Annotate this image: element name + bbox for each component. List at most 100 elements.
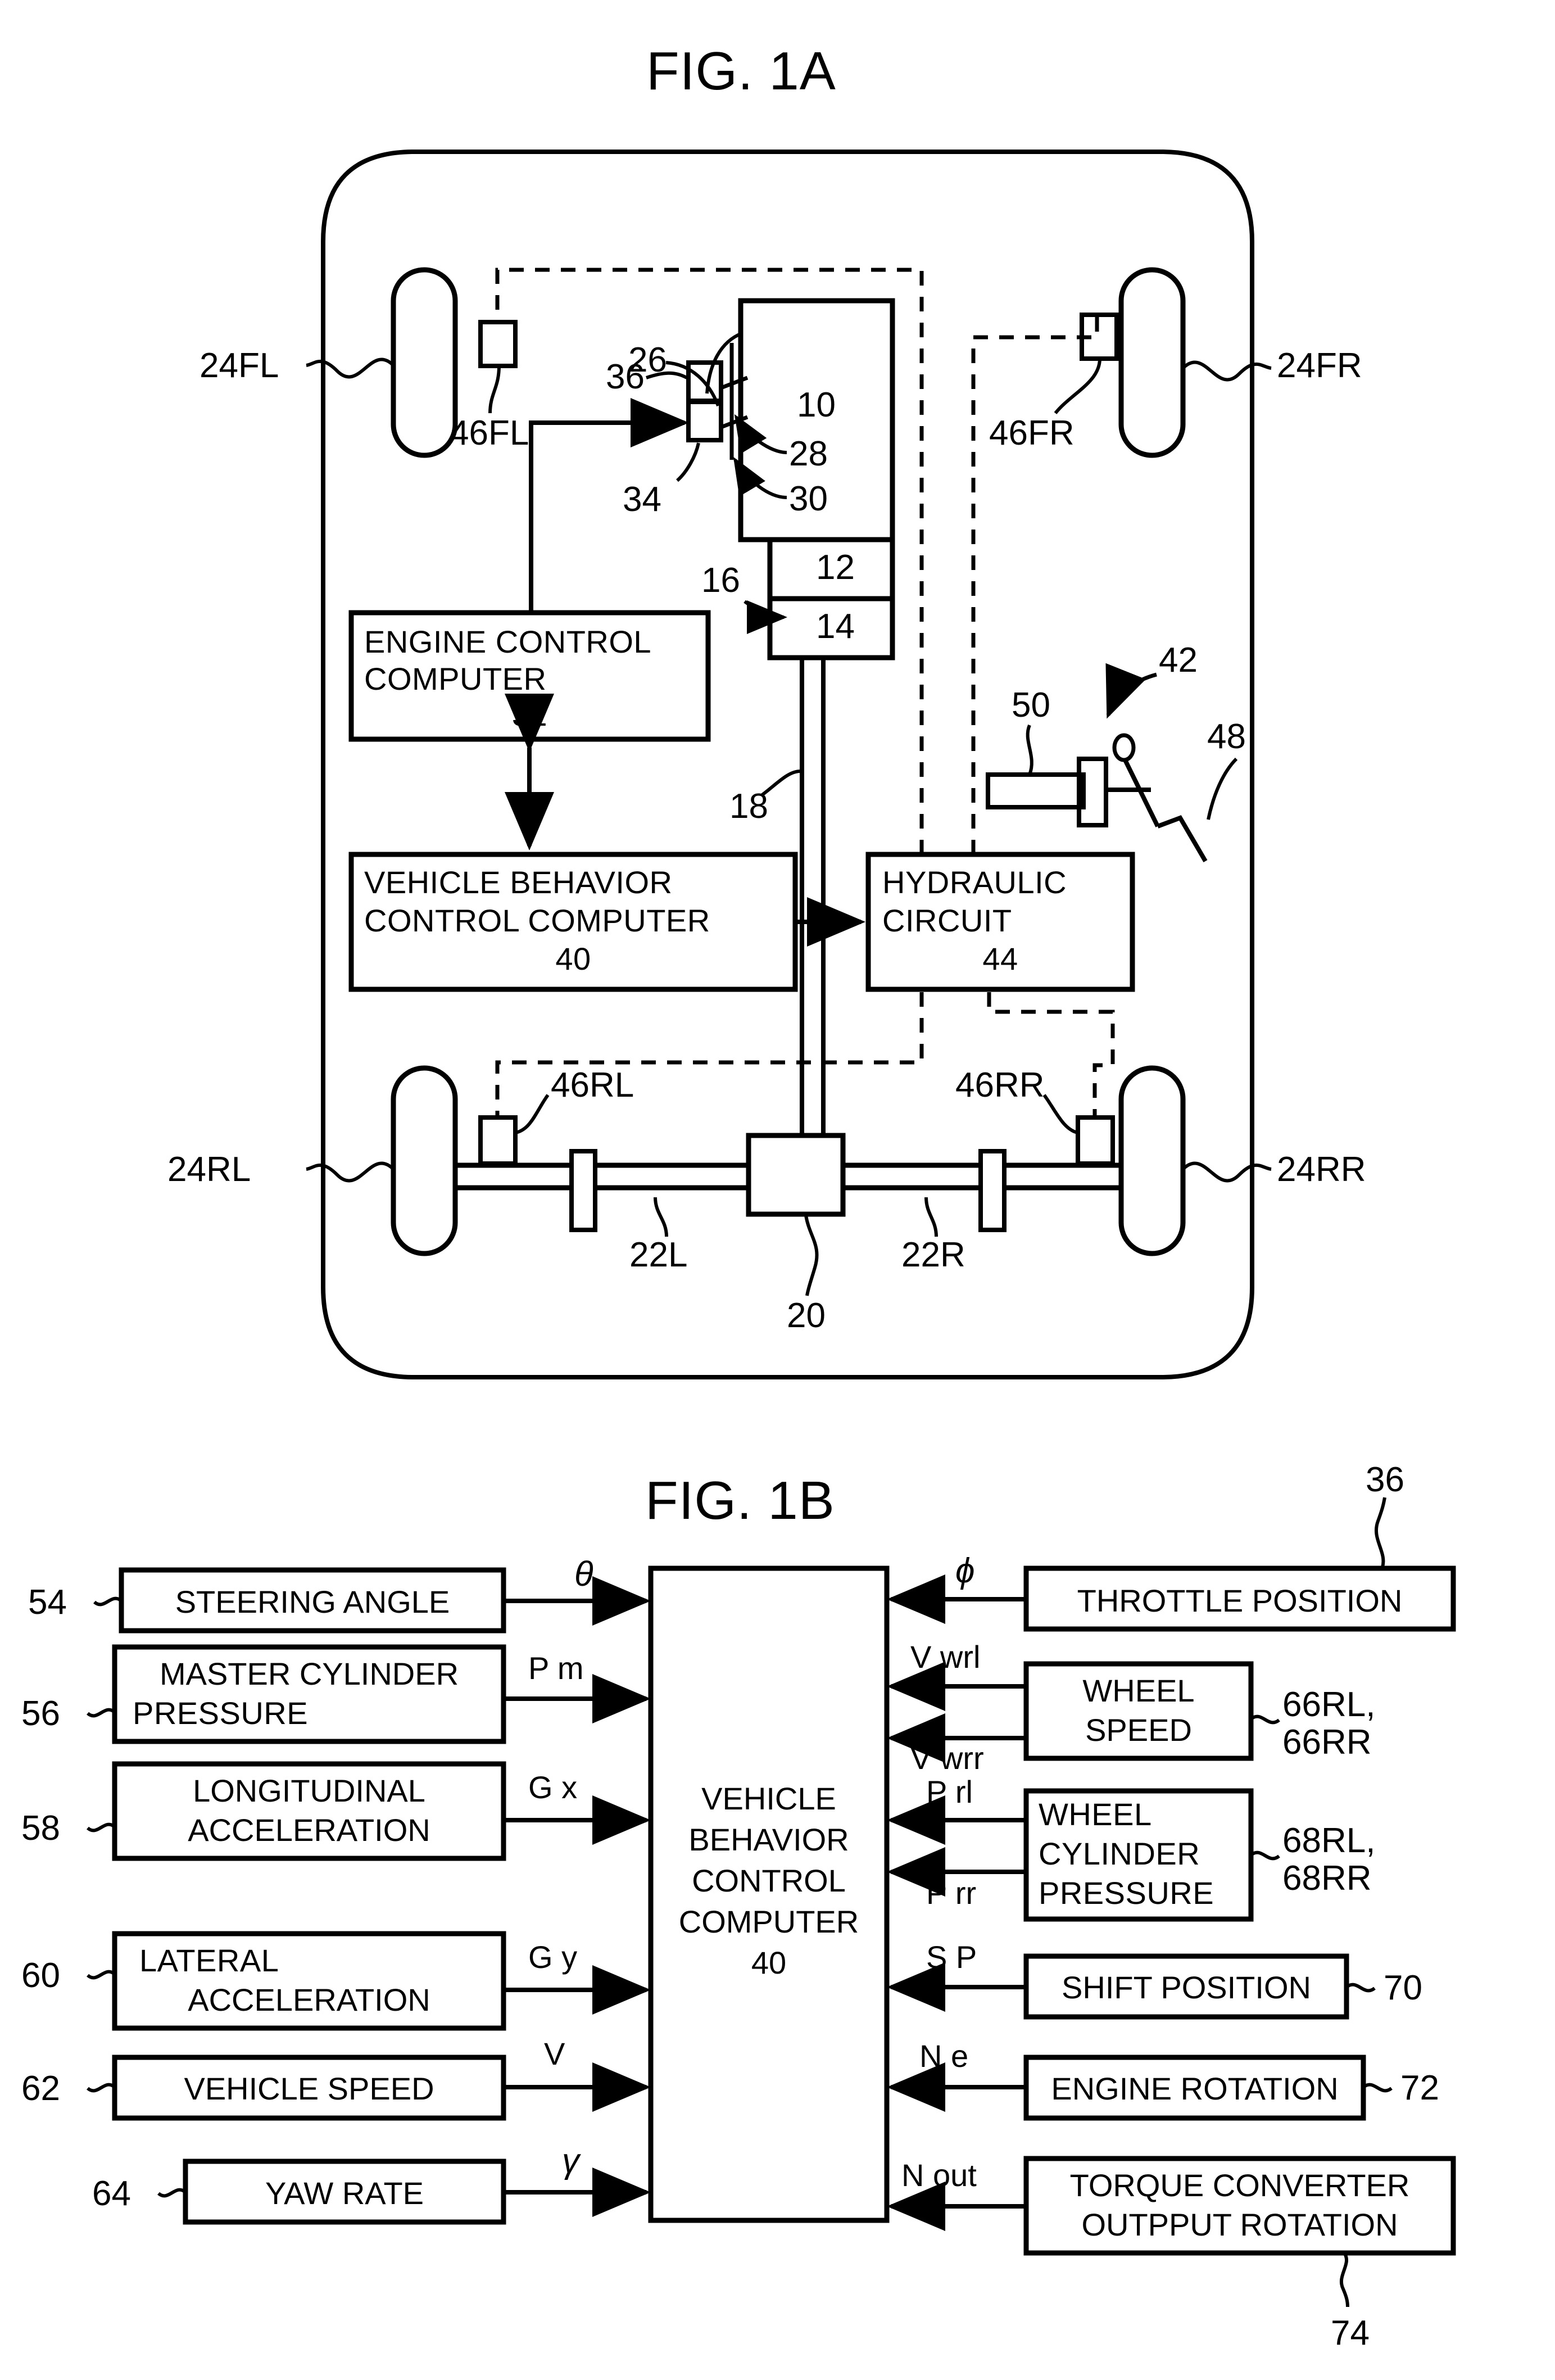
- fig1b-ref-54: 54: [28, 1583, 67, 1622]
- engine-control-computer-ref: 32: [511, 697, 548, 732]
- leader-64: [157, 2188, 187, 2198]
- ref-34: 34: [623, 480, 661, 519]
- leader-22L: [654, 1197, 668, 1237]
- fig1b-label-master-cyl-1: MASTER CYLINDER: [159, 1656, 459, 1691]
- signal-v: V: [544, 2036, 565, 2071]
- hydraulic-circuit-line2: CIRCUIT: [882, 903, 1012, 938]
- wheel-cylinder-rl-box: [478, 1115, 518, 1166]
- half-shaft-left: [455, 1162, 749, 1191]
- leader-54: [93, 1596, 123, 1607]
- ref-22R: 22R: [901, 1236, 965, 1274]
- ref-46RR: 46RR: [955, 1066, 1045, 1105]
- leader-24FL: [306, 358, 395, 379]
- fig1b-label-wheel-speed-1: WHEEL: [1082, 1673, 1195, 1708]
- leader-48: [1207, 757, 1238, 820]
- fig1b-label-lat-accel-2: ACCELERATION: [188, 1982, 430, 2017]
- fig1b-ref-60: 60: [21, 1956, 60, 1995]
- fig1b-label-wheel-cyl-2: CYLINDER: [1039, 1836, 1200, 1871]
- leader-70: [1345, 1983, 1376, 1993]
- signal-vwrr: V wrr: [910, 1740, 984, 1776]
- vehicle-behavior-computer-line1: VEHICLE BEHAVIOR: [364, 865, 673, 900]
- fig1b-label-wheel-cyl-1: WHEEL: [1039, 1797, 1152, 1832]
- hydraulic-circuit-ref: 44: [982, 941, 1018, 976]
- fig1b-label-shift-position: SHIFT POSITION: [1062, 1970, 1311, 2005]
- ref-36: 36: [606, 358, 645, 396]
- fig1b-center-line-0: VEHICLE: [701, 1781, 836, 1816]
- wheel-cylinder-fl-box: [478, 320, 518, 368]
- fig1b-label-long-accel-2: ACCELERATION: [188, 1812, 430, 1848]
- ref-28: 28: [789, 435, 828, 473]
- ref-16: 16: [701, 561, 740, 600]
- leader-46FR: [1054, 358, 1101, 414]
- fig1b-label-wheel-cyl-3: PRESSURE: [1039, 1875, 1214, 1911]
- signal-pm: P m: [528, 1650, 584, 1686]
- leader-20: [804, 1215, 819, 1296]
- ref-50: 50: [1012, 686, 1050, 725]
- fig1b-ref-74: 74: [1331, 2314, 1370, 2352]
- engine-control-computer-line2: COMPUTER: [364, 661, 547, 696]
- signal-gy: G y: [528, 1939, 578, 1975]
- fig1b-ref-58: 58: [21, 1809, 60, 1848]
- leader-24RL: [306, 1161, 395, 1183]
- fig1b-title: FIG. 1B: [645, 1470, 835, 1531]
- fig1b-ref-64: 64: [92, 2174, 131, 2213]
- leader-66: [1250, 1714, 1280, 1725]
- ref-30: 30: [789, 479, 828, 518]
- vehicle-behavior-computer-line2: CONTROL COMPUTER: [364, 903, 710, 938]
- actuator-box: [686, 400, 723, 442]
- vehicle-body-outline: [321, 150, 1254, 1379]
- master-cylinder-body: [986, 772, 1086, 809]
- wheel-cylinder-rr-box: [1076, 1115, 1115, 1166]
- wheel-rl: [391, 1065, 458, 1256]
- ref-46RL: 46RL: [551, 1066, 634, 1105]
- signal-theta: θ: [574, 1555, 593, 1594]
- brake-pedal-arm: [1123, 759, 1208, 863]
- fig1b-label-master-cyl-2: PRESSURE: [133, 1695, 309, 1731]
- leader-72: [1362, 2083, 1393, 2093]
- vehicle-behavior-computer-ref: 40: [555, 941, 591, 976]
- differential-box: [746, 1133, 846, 1217]
- ref-48: 48: [1207, 717, 1246, 756]
- fig1b-ref-68: 68RL, 68RR: [1282, 1821, 1376, 1898]
- brake-pedal-pivot: [1112, 733, 1136, 762]
- ref-20: 20: [787, 1296, 826, 1335]
- ref-18: 18: [729, 787, 768, 826]
- fig1b-ref-72: 72: [1400, 2069, 1439, 2107]
- fig1b-center-line-3: COMPUTER: [678, 1904, 859, 1939]
- fig1b-label-wheel-speed-2: SPEED: [1085, 1712, 1192, 1748]
- leader-60: [87, 1970, 116, 1980]
- leader-56: [87, 1708, 116, 1718]
- throttle-valve-stems: [720, 343, 749, 460]
- ref-24FR: 24FR: [1277, 346, 1362, 385]
- fig1b-label-engine-rotation: ENGINE ROTATION: [1051, 2071, 1339, 2106]
- ref-24RR: 24RR: [1277, 1150, 1366, 1189]
- ref-12: 12: [816, 548, 855, 587]
- leader-74: [1339, 2252, 1349, 2307]
- signal-nout: N out: [901, 2157, 977, 2193]
- fig1b-center-ref: 40: [751, 1945, 787, 1980]
- signal-prl: P rl: [926, 1774, 973, 1809]
- fig1b-label-steering-angle: STEERING ANGLE: [175, 1584, 450, 1619]
- wheel-fl: [391, 267, 458, 458]
- signal-ne: N e: [919, 2038, 969, 2074]
- wheel-rr: [1118, 1065, 1186, 1256]
- signal-prr: P rr: [926, 1875, 977, 1911]
- leader-46RR: [1042, 1094, 1078, 1134]
- leader-42: [1105, 663, 1157, 719]
- joint-left: [569, 1149, 597, 1232]
- fig1b-label-yaw-rate: YAW RATE: [265, 2175, 424, 2211]
- fig1b-label-throttle-position: THROTTLE POSITION: [1077, 1583, 1403, 1618]
- ref-22L: 22L: [629, 1236, 688, 1274]
- ref-46FL: 46FL: [450, 414, 529, 453]
- fig1b-label-long-accel-1: LONGITUDINAL: [193, 1773, 425, 1808]
- signal-sp: S P: [926, 1939, 977, 1975]
- fig1a-title: FIG. 1A: [646, 41, 836, 101]
- leader-68: [1250, 1850, 1280, 1861]
- ref-10: 10: [797, 386, 836, 424]
- leader-24RR: [1181, 1161, 1272, 1183]
- ref-24RL: 24RL: [167, 1150, 251, 1189]
- hydraulic-circuit-line1: HYDRAULIC: [882, 865, 1067, 900]
- leader-50: [1026, 724, 1033, 776]
- leader-24FR: [1181, 360, 1272, 382]
- fig1b-label-lat-accel-1: LATERAL: [139, 1943, 279, 1978]
